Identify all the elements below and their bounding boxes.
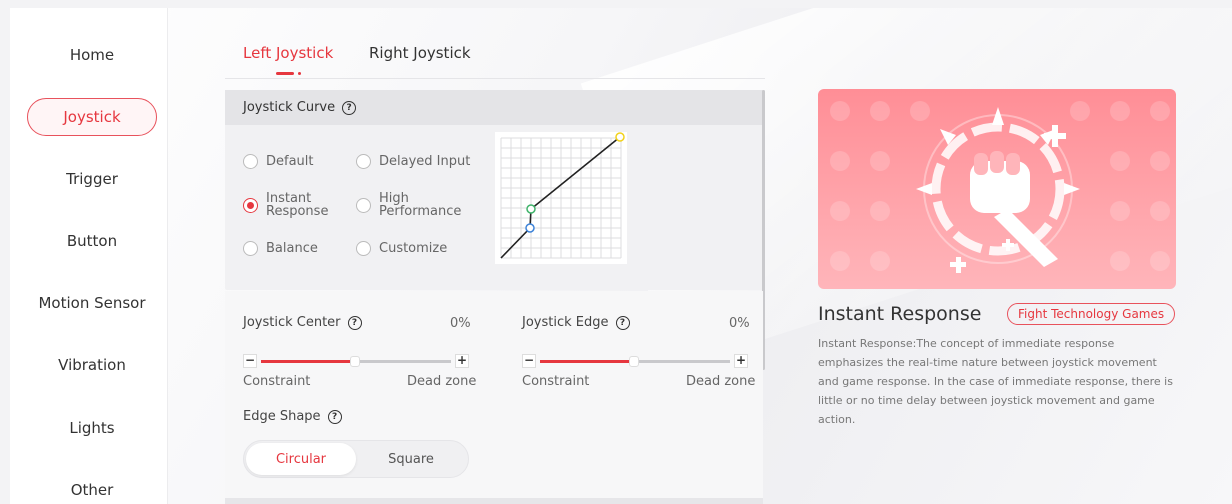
- sidebar-item-button[interactable]: Button: [27, 222, 157, 260]
- radio-label-line: Response: [266, 204, 329, 219]
- slider-max-caption: Dead zone: [407, 374, 477, 389]
- increase-button[interactable]: +: [734, 354, 748, 368]
- radio-instant-response[interactable]: Instant Response: [243, 192, 328, 218]
- increase-button[interactable]: +: [455, 354, 469, 368]
- radio-default[interactable]: Default: [243, 154, 314, 169]
- tab-divider: [225, 78, 765, 79]
- slider-min-caption: Constraint: [522, 374, 590, 389]
- slider-max-caption: Dead zone: [686, 374, 756, 389]
- joystick-curve-panel: Joystick Curve ? Default Delayed Input I…: [225, 90, 763, 290]
- curve-point-start[interactable]: [525, 223, 535, 233]
- joystick-edge-slider[interactable]: − +: [522, 354, 748, 368]
- sidebar-item-vibration[interactable]: Vibration: [27, 346, 157, 384]
- sidebar: Home Joystick Trigger Button Motion Sens…: [10, 8, 168, 504]
- radio-label: Delayed Input: [379, 154, 471, 169]
- mode-description: Instant Response:The concept of immediat…: [818, 337, 1173, 426]
- sidebar-item-joystick[interactable]: Joystick: [27, 98, 157, 136]
- app-window: Home Joystick Trigger Button Motion Sens…: [10, 8, 1232, 504]
- radio-label: Instant Response: [266, 192, 328, 218]
- edge-shape-toggle: Circular Square: [243, 440, 469, 478]
- slider-handle[interactable]: [350, 356, 361, 367]
- joystick-center-slider[interactable]: − +: [243, 354, 469, 368]
- sidebar-item-motion-sensor[interactable]: Motion Sensor: [27, 284, 157, 322]
- radio-circle: [356, 154, 371, 169]
- edge-shape-circular[interactable]: Circular: [246, 443, 356, 475]
- mode-title: Instant Response: [818, 303, 982, 325]
- radio-circle: [243, 241, 258, 256]
- sidebar-item-label: Joystick: [63, 108, 121, 126]
- sidebar-item-label: Motion Sensor: [38, 294, 146, 312]
- slider-track: [540, 356, 730, 367]
- sidebar-item-label: Lights: [69, 419, 115, 437]
- radio-label: High Performance: [379, 192, 461, 218]
- help-icon[interactable]: ?: [327, 409, 342, 424]
- tab-active-indicator-dot: [298, 72, 301, 75]
- edge-shape-label-text: Edge Shape: [243, 409, 321, 424]
- decrease-button[interactable]: −: [243, 354, 257, 368]
- sidebar-item-home[interactable]: Home: [27, 36, 157, 74]
- sidebar-item-label: Button: [66, 232, 118, 250]
- radio-label: Balance: [266, 241, 318, 256]
- game-category-badge: Fight Technology Games: [1007, 303, 1176, 325]
- radio-label-line: Performance: [379, 204, 462, 219]
- slider-fill: [540, 360, 630, 363]
- section-divider: [225, 498, 763, 504]
- sidebar-item-trigger[interactable]: Trigger: [27, 160, 157, 198]
- radio-delayed-input[interactable]: Delayed Input: [356, 154, 470, 169]
- slider-min-caption: Constraint: [243, 374, 311, 389]
- radio-label: Default: [266, 154, 314, 169]
- joystick-edge-value: 0%: [729, 316, 750, 331]
- decrease-button[interactable]: −: [522, 354, 536, 368]
- sidebar-item-label: Vibration: [58, 356, 126, 374]
- radio-circle: [243, 154, 258, 169]
- slider-track: [261, 356, 451, 367]
- radio-circle-checked: [243, 197, 258, 213]
- slider-handle[interactable]: [629, 356, 640, 367]
- radio-circle: [356, 197, 371, 213]
- tab-right-joystick[interactable]: Right Joystick: [369, 44, 471, 62]
- radio-customize[interactable]: Customize: [356, 241, 447, 256]
- mode-illustration: [818, 89, 1176, 289]
- sidebar-item-label: Other: [70, 481, 114, 499]
- edge-shape-square[interactable]: Square: [356, 443, 466, 475]
- radio-label: Customize: [379, 241, 448, 256]
- radio-circle: [356, 241, 371, 256]
- joystick-center-value: 0%: [450, 316, 471, 331]
- radio-balance[interactable]: Balance: [243, 241, 318, 256]
- sidebar-item-lights[interactable]: Lights: [27, 409, 157, 447]
- joystick-edge-label: Joystick Edge ?: [522, 315, 630, 330]
- curve-graph-svg: [500, 132, 625, 259]
- curve-point-end[interactable]: [615, 132, 625, 142]
- help-icon[interactable]: ?: [347, 315, 362, 330]
- edge-shape-label: Edge Shape ?: [243, 409, 342, 424]
- fist-emblem-icon: [830, 101, 1170, 273]
- tab-active-indicator: [276, 72, 294, 75]
- slider-fill: [261, 360, 351, 363]
- sidebar-item-other[interactable]: Other: [27, 471, 157, 504]
- help-icon[interactable]: ?: [615, 315, 630, 330]
- tab-left-joystick[interactable]: Left Joystick: [243, 44, 333, 62]
- sidebar-item-label: Home: [69, 46, 115, 64]
- joystick-center-label-text: Joystick Center: [243, 315, 341, 330]
- joystick-center-label: Joystick Center ?: [243, 315, 362, 330]
- sidebar-item-label: Trigger: [66, 170, 118, 188]
- curve-graph[interactable]: [495, 132, 627, 264]
- joystick-edge-label-text: Joystick Edge: [522, 315, 609, 330]
- help-icon[interactable]: ?: [342, 100, 357, 115]
- joystick-curve-header: Joystick Curve ?: [225, 90, 763, 125]
- radio-high-performance[interactable]: High Performance: [356, 192, 461, 218]
- joystick-curve-title: Joystick Curve: [243, 100, 336, 115]
- curve-point-mid[interactable]: [526, 204, 536, 214]
